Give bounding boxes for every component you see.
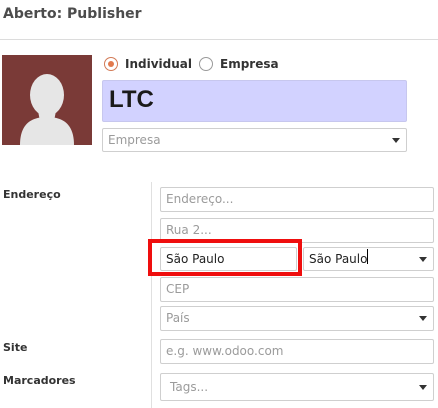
- company-radio-label[interactable]: Empresa: [220, 57, 279, 71]
- individual-radio-label[interactable]: Individual: [125, 57, 192, 71]
- name-input[interactable]: LTC: [102, 80, 407, 122]
- person-silhouette-icon: [20, 74, 74, 145]
- state-select[interactable]: São Paulo: [303, 247, 434, 271]
- street2-placeholder: Rua 2...: [166, 223, 212, 237]
- website-input[interactable]: e.g. www.odoo.com: [160, 339, 434, 364]
- page-title: Aberto: Publisher: [3, 6, 142, 22]
- individual-radio[interactable]: [104, 57, 118, 71]
- country-select[interactable]: País: [160, 306, 434, 331]
- zip-input[interactable]: CEP: [160, 277, 434, 302]
- street-placeholder: Endereço...: [166, 192, 234, 206]
- zip-placeholder: CEP: [166, 282, 190, 296]
- chevron-down-icon: [419, 385, 427, 390]
- highlight-annotation-box: [148, 239, 302, 276]
- company-select[interactable]: Empresa: [102, 128, 407, 152]
- form-header: Aberto: Publisher: [0, 0, 438, 40]
- website-placeholder: e.g. www.odoo.com: [166, 344, 284, 358]
- name-value: LTC: [109, 86, 154, 113]
- street-input[interactable]: Endereço...: [160, 187, 434, 212]
- address-label: Endereço: [3, 188, 61, 201]
- company-radio[interactable]: [199, 57, 213, 71]
- country-placeholder: País: [166, 311, 190, 325]
- tags-label: Marcadores: [3, 374, 76, 387]
- tags-placeholder: Tags...: [170, 380, 209, 394]
- label-divider: [151, 182, 152, 408]
- text-cursor: [367, 249, 368, 264]
- chevron-down-icon: [419, 257, 427, 262]
- avatar[interactable]: [2, 55, 92, 145]
- website-label: Site: [3, 341, 28, 354]
- state-value: São Paulo: [309, 252, 368, 266]
- chevron-down-icon: [419, 316, 427, 321]
- tags-select[interactable]: Tags...: [160, 373, 434, 401]
- chevron-down-icon: [392, 138, 400, 143]
- company-placeholder: Empresa: [108, 133, 161, 147]
